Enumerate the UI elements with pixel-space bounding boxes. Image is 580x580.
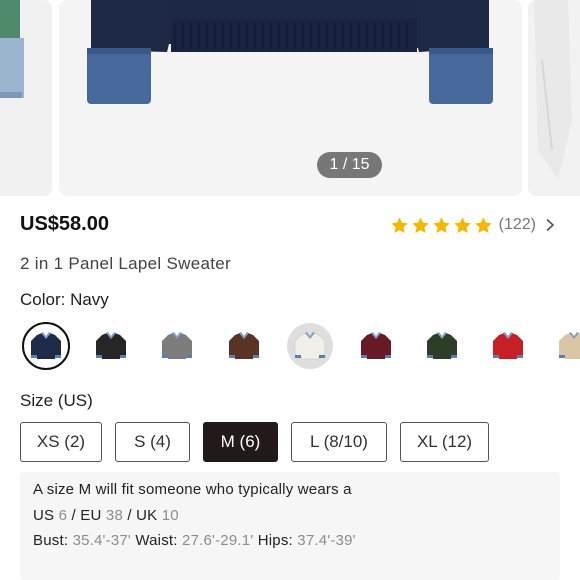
rating-summary[interactable]: (122): [390, 213, 556, 237]
eu-value: 38: [105, 507, 124, 524]
uk-label: UK: [136, 507, 158, 524]
review-count: (122): [498, 216, 536, 233]
fit-conversion: US 6 / EU 38 / UK 10: [33, 507, 179, 524]
product-image-gallery[interactable]: 1 / 15: [0, 0, 580, 197]
size-option-xs[interactable]: XS (2): [20, 422, 102, 462]
star-icon: [390, 216, 408, 233]
sweater-thumbnail: [493, 332, 523, 359]
rating-stars: [390, 216, 493, 235]
star-icon: [474, 216, 492, 233]
color-swatch-red[interactable]: [485, 323, 531, 369]
color-swatch-navy[interactable]: [22, 322, 70, 370]
color-swatch-green[interactable]: [419, 323, 465, 369]
star-icon: [411, 216, 429, 233]
color-swatch-black[interactable]: [88, 323, 134, 369]
size-option-s[interactable]: S (4): [115, 422, 190, 462]
color-swatch-grey[interactable]: [154, 323, 200, 369]
product-price: US$58.00: [20, 213, 109, 235]
bust-value: 35.4'-37': [72, 532, 131, 549]
color-label: Color: Navy: [20, 290, 109, 309]
next-product-image: [534, 0, 572, 180]
sweater-thumbnail: [559, 332, 580, 359]
previous-image-slide[interactable]: [0, 0, 52, 196]
us-value: 6: [58, 507, 68, 524]
product-title: 2 in 1 Panel Lapel Sweater: [20, 254, 231, 273]
sweater-thumbnail: [229, 332, 259, 359]
star-icon: [453, 216, 471, 233]
fit-description: A size M will fit someone who typically …: [33, 481, 352, 498]
bust-label: Bust:: [33, 532, 69, 549]
color-swatch-list: [0, 321, 580, 371]
color-swatch-brown[interactable]: [221, 323, 267, 369]
current-image-slide[interactable]: 1 / 15: [59, 0, 522, 196]
us-label: US: [33, 507, 55, 524]
sweater-thumbnail: [162, 332, 192, 359]
size-option-m[interactable]: M (6): [203, 422, 278, 462]
hips-value: 37.4'-39': [297, 532, 356, 549]
product-image: [87, 0, 493, 104]
sweater-thumbnail: [294, 332, 326, 360]
sweater-thumbnail: [31, 332, 61, 359]
sweater-thumbnail: [361, 332, 391, 359]
eu-label: EU: [80, 507, 102, 524]
uk-value: 10: [161, 507, 179, 524]
size-options: XS (2) S (4) M (6) L (8/10) XL (12): [20, 422, 489, 462]
color-swatch-beige[interactable]: [551, 323, 580, 369]
size-label: Size (US): [20, 391, 93, 410]
star-icon: [432, 216, 450, 233]
size-fit-info: A size M will fit someone who typically …: [20, 472, 560, 580]
size-option-l[interactable]: L (8/10): [291, 422, 387, 462]
chevron-right-icon: [546, 218, 555, 232]
image-counter: 1 / 15: [317, 152, 382, 178]
hips-label: Hips:: [257, 532, 293, 549]
fit-measurements: Bust: 35.4'-37' Waist: 27.6'-29.1' Hips:…: [33, 532, 356, 549]
sweater-thumbnail: [96, 332, 126, 359]
sweater-thumbnail: [427, 332, 457, 359]
waist-label: Waist:: [135, 532, 178, 549]
color-swatch-burgundy[interactable]: [353, 323, 399, 369]
size-option-xl[interactable]: XL (12): [400, 422, 489, 462]
previous-product-image: [0, 0, 24, 98]
next-image-slide[interactable]: [528, 0, 580, 196]
waist-value: 27.6'-29.1': [182, 532, 254, 549]
color-swatch-white[interactable]: [287, 323, 333, 369]
